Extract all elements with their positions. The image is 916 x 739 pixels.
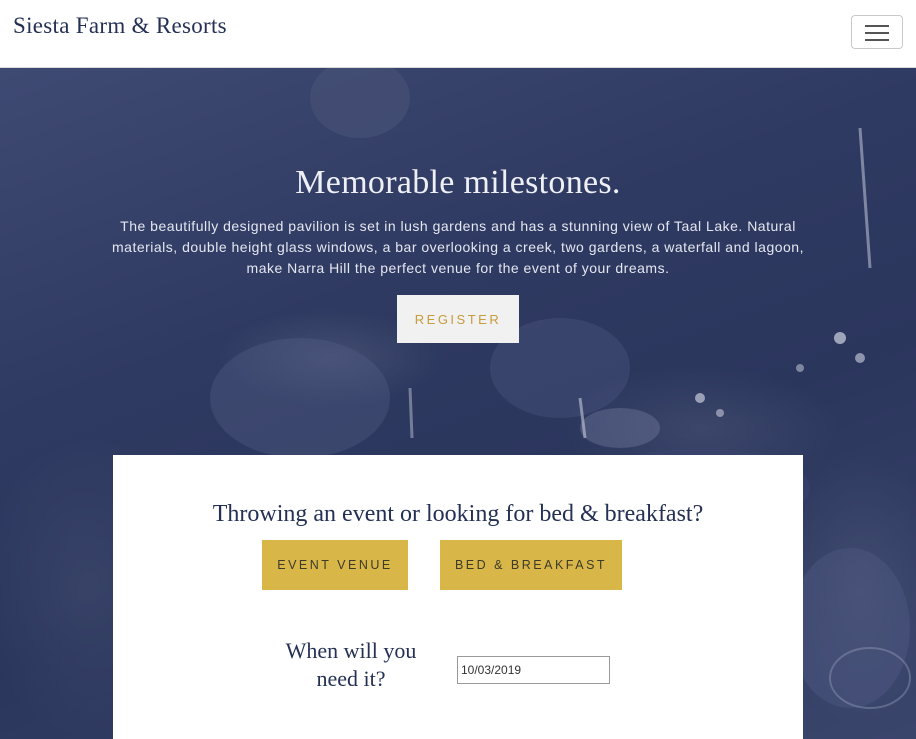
when-label: When will you need it? — [285, 638, 417, 691]
top-navbar: Siesta Farm & Resorts — [0, 0, 916, 68]
brand-logo[interactable]: Siesta Farm & Resorts — [13, 13, 227, 39]
event-venue-button[interactable]: EVENT VENUE — [262, 540, 408, 590]
date-input[interactable] — [457, 656, 610, 684]
navbar-toggle-button[interactable] — [851, 15, 903, 49]
booking-question: Throwing an event or looking for bed & b… — [212, 501, 704, 527]
hero-section: Memorable milestones. The beautifully de… — [0, 68, 916, 739]
register-button[interactable]: REGISTER — [397, 295, 519, 343]
hero-description: The beautifully designed pavilion is set… — [112, 218, 804, 276]
booking-card: Throwing an event or looking for bed & b… — [113, 455, 803, 739]
bed-breakfast-button[interactable]: BED & BREAKFAST — [440, 540, 622, 590]
hero-title: Memorable milestones. — [295, 164, 621, 201]
